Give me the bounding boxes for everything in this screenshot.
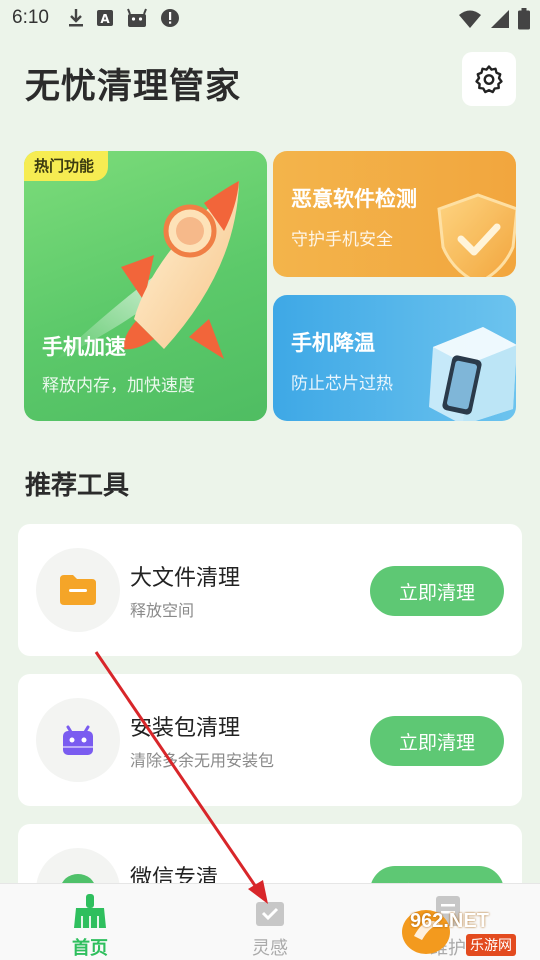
nav-item-inspiration[interactable]: 灵感 xyxy=(220,884,320,960)
clean-now-button[interactable]: 立即清理 xyxy=(370,566,504,616)
tool-name: 大文件清理 xyxy=(130,566,241,591)
app-title: 无忧清理管家 xyxy=(25,67,242,107)
tool-desc: 清除多余无用安装包 xyxy=(130,751,275,770)
text-icon: A xyxy=(97,10,113,26)
recommended-tools-title: 推荐工具 xyxy=(25,471,130,501)
tool-item-apk: 安装包清理 清除多余无用安装包 立即清理 xyxy=(18,674,522,806)
cooling-subtitle: 防止芯片过热 xyxy=(291,374,393,394)
nav-label-inspiration: 灵感 xyxy=(252,938,288,959)
boost-subtitle: 释放内存，加快速度 xyxy=(42,376,195,396)
tool-desc: 释放空间 xyxy=(130,601,195,620)
watermark-logo: 962.NET 乐游网 xyxy=(400,906,536,958)
signal-icon xyxy=(491,10,509,28)
android-icon xyxy=(63,725,93,755)
cooling-title: 手机降温 xyxy=(291,331,375,355)
android-icon xyxy=(127,8,147,27)
folder-icon xyxy=(60,575,96,605)
watermark-subtext: 乐游网 xyxy=(466,934,516,956)
tool-item-large-file: 大文件清理 释放空间 立即清理 xyxy=(18,524,522,656)
watermark-text: 962.NET xyxy=(410,910,489,932)
ice-phone-icon xyxy=(429,327,516,421)
nav-label-home: 首页 xyxy=(72,938,108,959)
phone-cooling-card[interactable]: 手机降温 防止芯片过热 xyxy=(273,295,516,421)
clean-now-button[interactable]: 立即清理 xyxy=(370,716,504,766)
malware-subtitle: 守护手机安全 xyxy=(291,230,393,250)
phone-boost-card[interactable]: 热门功能 手机加速 释放内存，加快速度 xyxy=(24,151,267,421)
battery-icon xyxy=(518,8,530,30)
inspiration-icon xyxy=(256,902,284,926)
shield-icon xyxy=(437,193,516,277)
nav-item-home[interactable]: 首页 xyxy=(40,884,140,960)
status-time: 6:10 xyxy=(12,7,49,28)
malware-detection-card[interactable]: 恶意软件检测 守护手机安全 xyxy=(273,151,516,277)
settings-button[interactable] xyxy=(462,52,516,106)
android-icon-wrap xyxy=(36,698,120,782)
broom-icon xyxy=(74,894,106,928)
tool-name: 安装包清理 xyxy=(130,716,241,741)
status-bar: 6:10 A xyxy=(0,0,540,36)
gear-icon xyxy=(475,65,503,94)
svg-text:A: A xyxy=(100,12,110,26)
boost-title: 手机加速 xyxy=(42,335,126,359)
folder-icon-wrap xyxy=(36,548,120,632)
alert-icon xyxy=(161,9,179,27)
download-icon xyxy=(69,9,83,27)
malware-title: 恶意软件检测 xyxy=(291,187,417,211)
wifi-icon xyxy=(459,10,481,28)
